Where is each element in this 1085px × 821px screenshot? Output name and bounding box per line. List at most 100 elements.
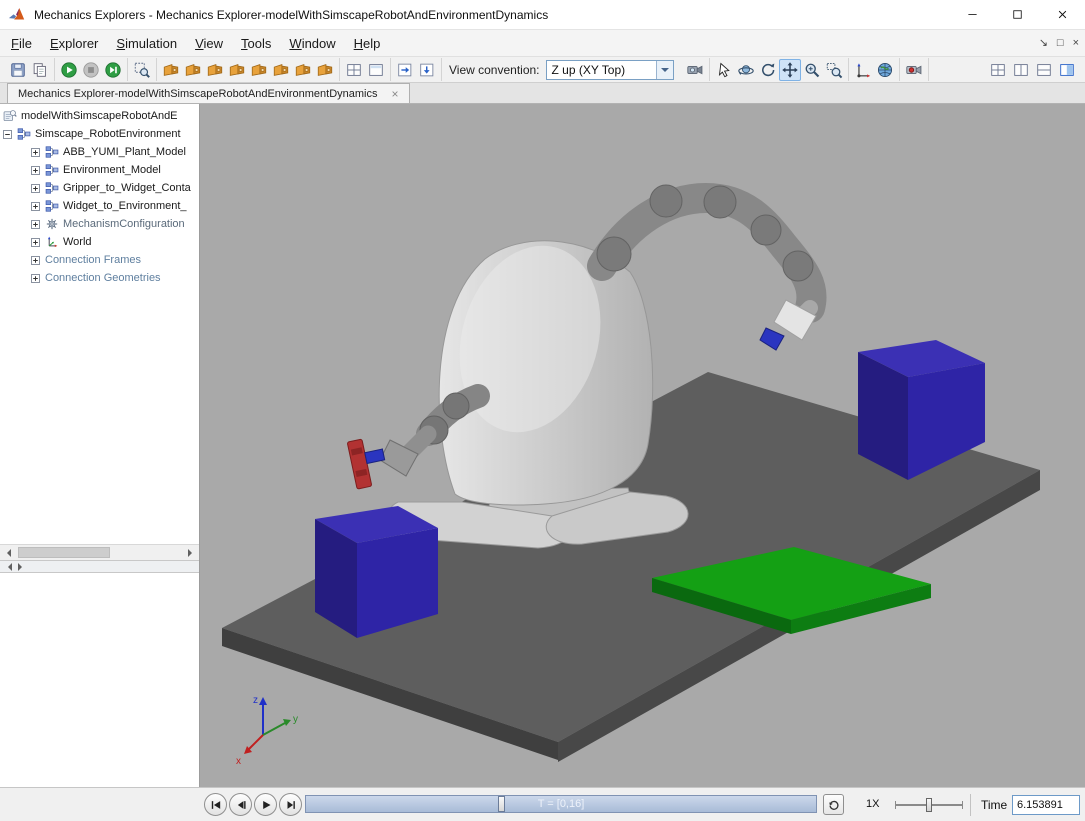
select-tool-button[interactable] <box>713 59 735 81</box>
step-button[interactable] <box>102 59 124 81</box>
orbit-tool-button[interactable] <box>735 59 757 81</box>
menu-simulation[interactable]: Simulation <box>107 32 186 55</box>
open-pane-down-button[interactable] <box>416 59 438 81</box>
view-custom-button[interactable] <box>314 59 336 81</box>
viewport-grid-button[interactable] <box>343 59 365 81</box>
step-forward-button[interactable] <box>279 793 302 816</box>
global-view-button[interactable] <box>874 59 896 81</box>
panel-splitter[interactable] <box>0 560 199 573</box>
view-isometric-button[interactable] <box>160 59 182 81</box>
scene-canvas: z y x <box>200 104 1085 787</box>
speed-slider[interactable] <box>895 796 963 814</box>
menu-tools[interactable]: Tools <box>232 32 280 55</box>
time-input[interactable] <box>1012 795 1080 815</box>
scrollbar-thumb[interactable] <box>18 547 110 558</box>
tree-item[interactable]: Simscape_RobotEnvironment <box>0 125 199 143</box>
view-front-button[interactable] <box>182 59 204 81</box>
tree-item[interactable]: Connection Geometries <box>0 269 199 287</box>
save-explorer-button[interactable] <box>7 59 29 81</box>
record-video-button[interactable] <box>903 59 925 81</box>
viewport-layout-buttons <box>987 59 1081 81</box>
explorer-tab[interactable]: Mechanics Explorer-modelWithSimscapeRobo… <box>7 83 410 103</box>
open-pane-right-button[interactable] <box>394 59 416 81</box>
tree-item[interactable]: Widget_to_Environment_ <box>0 197 199 215</box>
zoom-region-tool-button[interactable] <box>823 59 845 81</box>
tree-item[interactable]: World <box>0 233 199 251</box>
play-button[interactable] <box>254 793 277 816</box>
menu-view[interactable]: View <box>186 32 232 55</box>
zoom-tool-button[interactable] <box>801 59 823 81</box>
menu-file[interactable]: File <box>2 32 41 55</box>
restore-panel-icon[interactable]: □ <box>1057 38 1064 49</box>
copy-view-button[interactable] <box>29 59 51 81</box>
view-right-button[interactable] <box>292 59 314 81</box>
step-back-button[interactable] <box>229 793 252 816</box>
expand-icon[interactable] <box>31 148 40 157</box>
tile-columns-button[interactable] <box>1010 59 1032 81</box>
view-left-button[interactable] <box>270 59 292 81</box>
run-button[interactable] <box>58 59 80 81</box>
loop-button[interactable] <box>823 794 844 815</box>
tree-item-label: ABB_YUMI_Plant_Model <box>63 146 186 158</box>
tree-item[interactable]: MechanismConfiguration <box>0 215 199 233</box>
menu-explorer[interactable]: Explorer <box>41 32 107 55</box>
dock-arrow-icon[interactable]: ↘ <box>1039 38 1048 49</box>
tree-horizontal-scrollbar[interactable] <box>0 544 199 560</box>
gripper-tool-blue <box>760 328 784 350</box>
expand-icon[interactable] <box>31 166 40 175</box>
tree-item-label: World <box>63 236 92 248</box>
speed-label: 1X <box>866 798 879 810</box>
collapse-left-icon[interactable] <box>4 563 12 571</box>
camera-manager-button[interactable] <box>684 59 706 81</box>
menubar: FileExplorerSimulationViewToolsWindowHel… <box>0 30 1085 56</box>
tree-item[interactable]: ABB_YUMI_Plant_Model <box>0 143 199 161</box>
time-label: Time <box>981 798 1007 812</box>
tree-item[interactable]: Gripper_to_Widget_Conta <box>0 179 199 197</box>
collapse-right-icon[interactable] <box>18 563 26 571</box>
tree-item[interactable]: Connection Frames <box>0 251 199 269</box>
maximize-button[interactable] <box>995 0 1040 29</box>
menu-window[interactable]: Window <box>280 32 344 55</box>
menu-help[interactable]: Help <box>345 32 390 55</box>
tree-item[interactable]: Environment_Model <box>0 161 199 179</box>
tile-single-button[interactable] <box>1056 59 1078 81</box>
stop-button[interactable] <box>80 59 102 81</box>
speed-slider-handle[interactable] <box>926 798 932 812</box>
expand-icon[interactable] <box>31 238 40 247</box>
show-frames-button[interactable] <box>852 59 874 81</box>
close-button[interactable] <box>1040 0 1085 29</box>
3d-viewport[interactable]: z y x <box>200 104 1085 787</box>
tile-grid-button[interactable] <box>987 59 1009 81</box>
chevron-down-icon[interactable] <box>656 61 673 79</box>
zoom-to-fit-button[interactable] <box>131 59 153 81</box>
roll-tool-button[interactable] <box>757 59 779 81</box>
expand-icon[interactable] <box>31 220 40 229</box>
view-convention-select[interactable]: Z up (XY Top) <box>546 60 674 80</box>
tab-close-icon[interactable]: × <box>391 88 398 100</box>
toolbar: View convention: Z up (XY Top) <box>0 56 1085 83</box>
view-bottom-button[interactable] <box>248 59 270 81</box>
expand-icon[interactable] <box>31 274 40 283</box>
tree-item-label: Connection Geometries <box>45 272 161 284</box>
tree-item[interactable]: modelWithSimscapeRobotAndE <box>0 107 199 125</box>
timeline-slider[interactable]: T = [0,16] <box>305 795 817 813</box>
view-top-button[interactable] <box>226 59 248 81</box>
scroll-right-arrow[interactable] <box>183 545 199 560</box>
expand-icon[interactable] <box>31 256 40 265</box>
view-back-button[interactable] <box>204 59 226 81</box>
timeline-handle[interactable] <box>498 796 505 812</box>
scroll-left-arrow[interactable] <box>0 545 16 560</box>
viewport-single-button[interactable] <box>365 59 387 81</box>
model-tree-panel: modelWithSimscapeRobotAndESimscape_Robot… <box>0 104 200 787</box>
close-panel-icon[interactable]: × <box>1073 38 1079 49</box>
tree-item-label: MechanismConfiguration <box>63 218 185 230</box>
pan-tool-button[interactable] <box>779 59 801 81</box>
expand-icon[interactable] <box>31 202 40 211</box>
expand-icon[interactable] <box>31 184 40 193</box>
minimize-button[interactable] <box>950 0 995 29</box>
tile-rows-button[interactable] <box>1033 59 1055 81</box>
widget-red <box>347 439 372 489</box>
collapse-icon[interactable] <box>3 130 12 139</box>
titlebar: Mechanics Explorers - Mechanics Explorer… <box>0 0 1085 30</box>
go-to-start-button[interactable] <box>204 793 227 816</box>
